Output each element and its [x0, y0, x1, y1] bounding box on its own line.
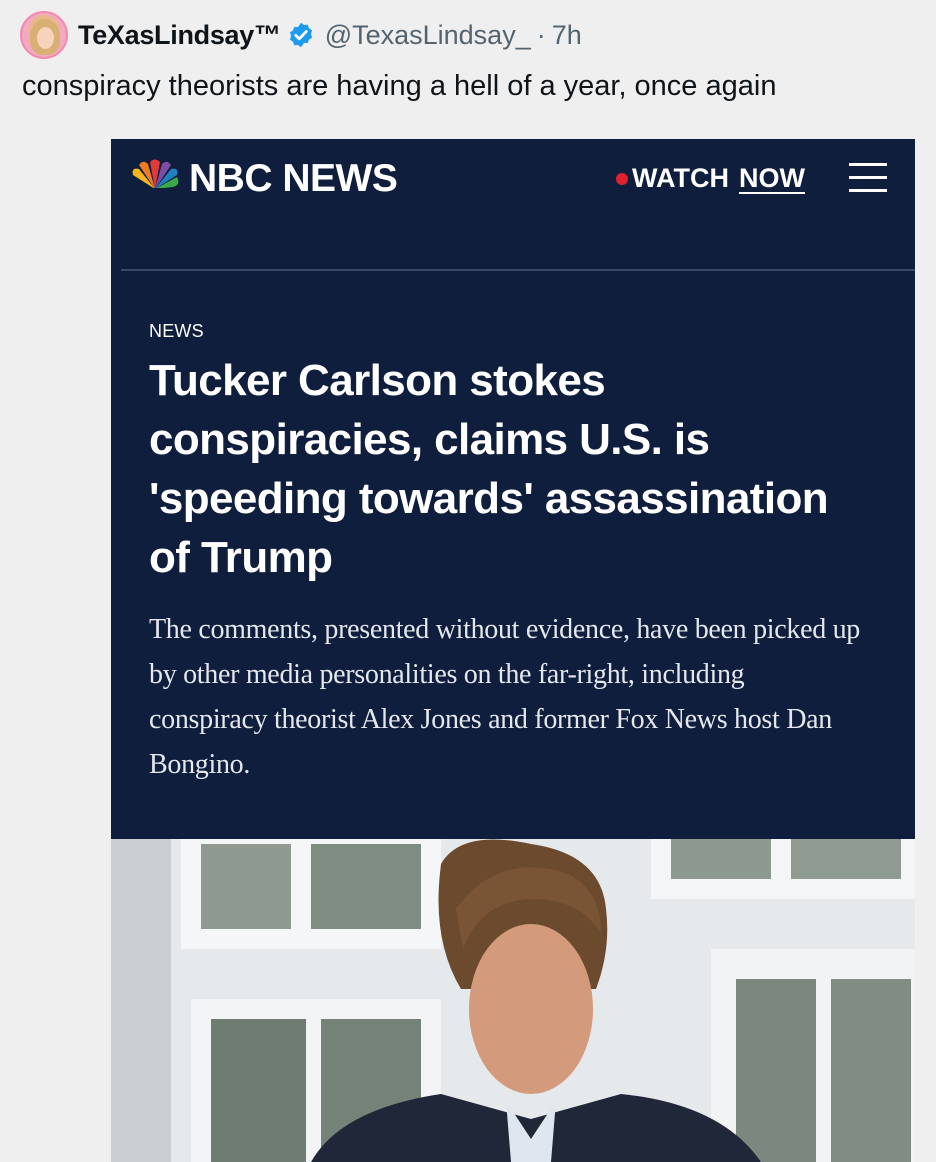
header-divider	[121, 269, 915, 271]
section-label: NEWS	[149, 321, 204, 341]
article-photo	[111, 839, 915, 1162]
tweet-text: conspiracy theorists are having a hell o…	[22, 70, 777, 102]
nbc-header-bar: NBC NEWS WATCH NOW	[111, 139, 915, 219]
embedded-article-screenshot[interactable]: NBC NEWS WATCH NOW NEWS Tucker Carlson s…	[111, 139, 915, 1162]
article-photo-illustration	[111, 839, 915, 1162]
article-headline: Tucker Carlson stokes conspiracies, clai…	[149, 356, 829, 582]
handle[interactable]: @TexasLindsay_	[325, 20, 531, 51]
tweet-header: TeXasLindsay™ @TexasLindsay_ · 7h	[20, 10, 582, 60]
watch-now-link[interactable]: WATCH NOW	[616, 163, 805, 194]
avatar[interactable]	[20, 11, 68, 59]
display-name[interactable]: TeXasLindsay™	[78, 20, 281, 51]
peacock-logo-icon	[129, 159, 181, 193]
hamburger-menu-icon[interactable]	[849, 163, 887, 193]
nbc-news-logo-text: NBC NEWS	[189, 157, 398, 200]
avatar-face	[37, 27, 54, 49]
watch-label: WATCH	[632, 163, 729, 193]
live-dot-icon	[616, 172, 628, 185]
separator: ·	[536, 19, 546, 50]
article-dek: The comments, presented without evidence…	[149, 614, 860, 780]
verified-badge-icon	[289, 22, 312, 48]
now-label: NOW	[738, 163, 805, 193]
timestamp[interactable]: 7h	[552, 20, 582, 51]
